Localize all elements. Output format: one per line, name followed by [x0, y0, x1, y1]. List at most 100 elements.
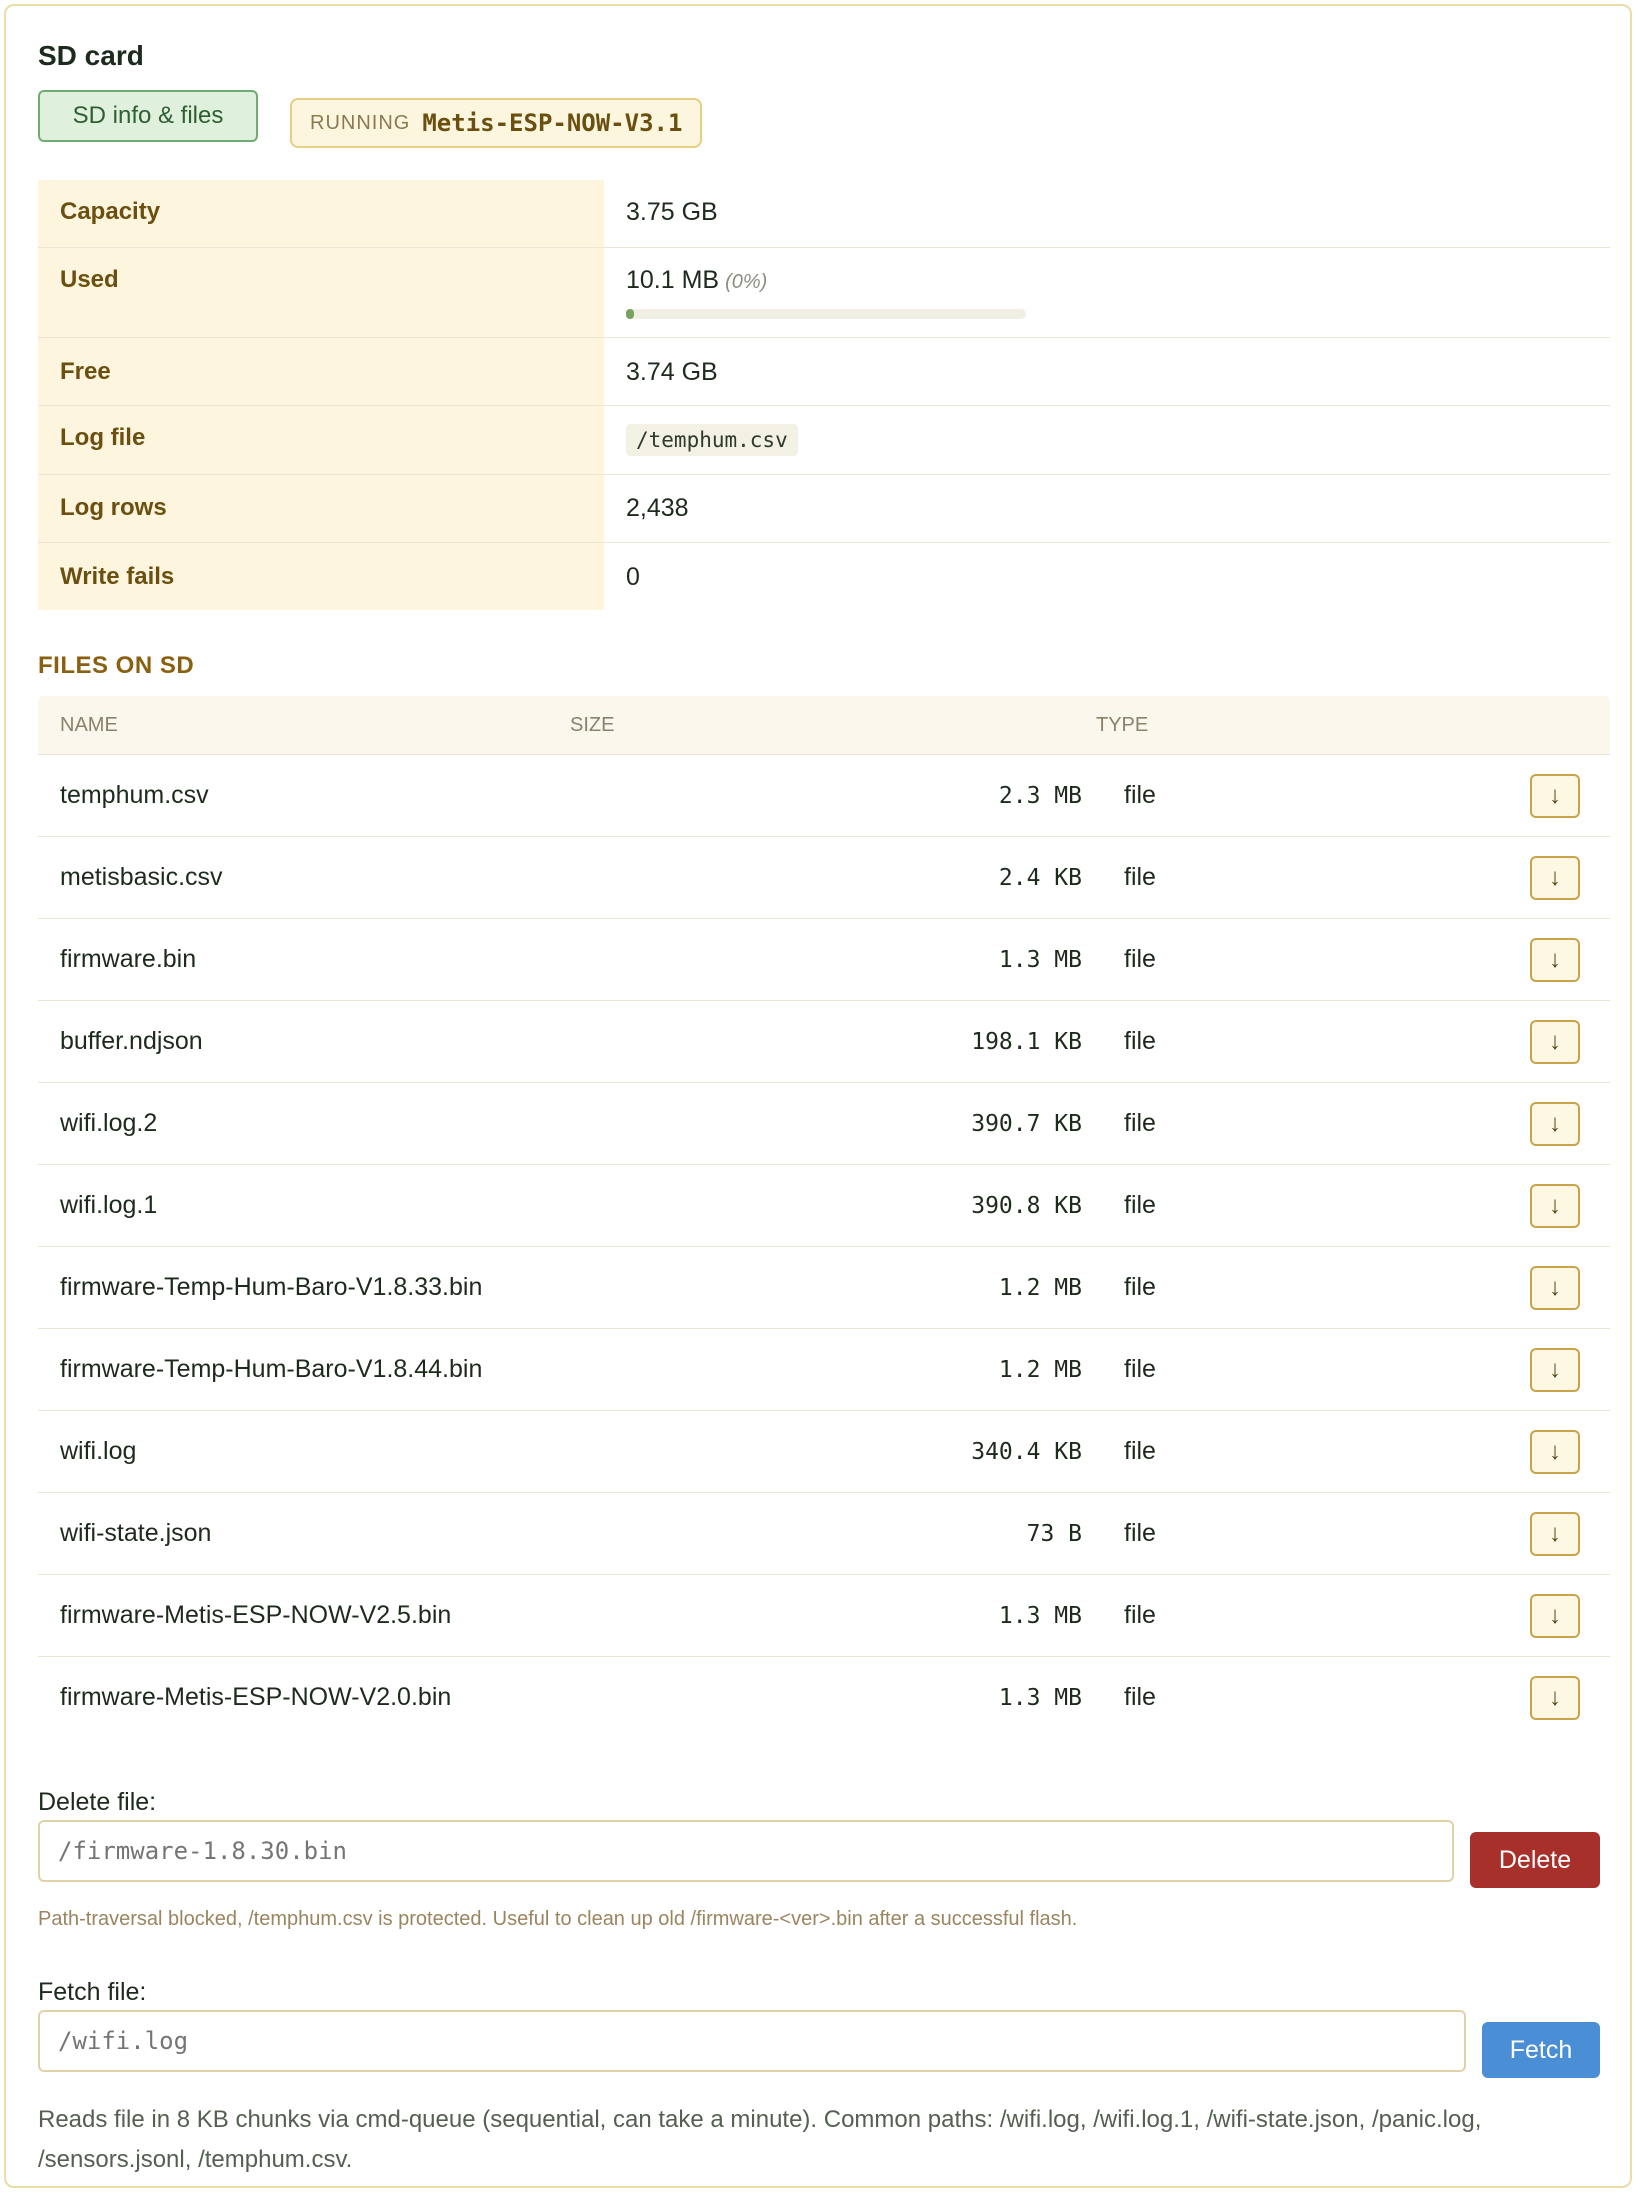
- file-size: 390.7 KB: [971, 1110, 1082, 1137]
- column-header-size: SIZE: [570, 713, 615, 736]
- free-label: Free: [38, 338, 604, 405]
- file-size: 340.4 KB: [971, 1438, 1082, 1465]
- file-name: wifi.log.1: [60, 1191, 158, 1219]
- write-fails-label: Write fails: [38, 543, 604, 610]
- file-row: wifi-state.json 73 B file ↓: [38, 1493, 1610, 1575]
- file-row: firmware-Temp-Hum-Baro-V1.8.44.bin 1.2 MB…: [38, 1329, 1610, 1411]
- delete-help-text: Path-traversal blocked, /temphum.csv is …: [38, 1908, 1078, 1930]
- download-icon[interactable]: ↓: [1530, 1511, 1580, 1556]
- download-icon[interactable]: ↓: [1530, 773, 1580, 818]
- file-name: firmware-Temp-Hum-Baro-V1.8.33.bin: [60, 1273, 483, 1301]
- file-row: firmware-Metis-ESP-NOW-V2.0.bin 1.3 MB fil…: [38, 1657, 1610, 1738]
- running-firmware-badge: RUNNING Metis-ESP-NOW-V3.1: [290, 98, 703, 148]
- panel-title: SD card: [38, 40, 144, 71]
- delete-file-input[interactable]: [38, 1820, 1454, 1882]
- file-type: file: [1124, 781, 1156, 809]
- info-row-log-file: Log file /temphum.csv: [38, 406, 1610, 475]
- file-name: firmware-Metis-ESP-NOW-V2.0.bin: [60, 1683, 452, 1711]
- file-size: 2.3 MB: [998, 782, 1082, 809]
- used-value: 10.1 MB: [626, 266, 720, 294]
- file-row: temphum.csv 2.3 MB file ↓: [38, 755, 1610, 837]
- file-type: file: [1124, 1273, 1156, 1301]
- sd-card-panel: SD card SD info & files RUNNING Metis-ES…: [4, 4, 1632, 2188]
- file-name: buffer.ndjson: [60, 1027, 203, 1055]
- file-type: file: [1124, 1109, 1156, 1137]
- fetch-button[interactable]: Fetch: [1482, 2022, 1600, 2078]
- file-name: wifi-state.json: [60, 1519, 212, 1547]
- fetch-help-text: Reads file in 8 KB chunks via cmd-queue …: [38, 2106, 1482, 2173]
- file-row: firmware.bin 1.3 MB file ↓: [38, 919, 1610, 1001]
- file-type: file: [1124, 1683, 1156, 1711]
- file-row: firmware-Metis-ESP-NOW-V2.5.bin 1.3 MB fil…: [38, 1575, 1610, 1657]
- fetch-file-label: Fetch file:: [38, 1978, 147, 2006]
- info-row-log-rows: Log rows 2,438: [38, 475, 1610, 543]
- free-value: 3.74 GB: [626, 358, 718, 386]
- file-size: 390.8 KB: [971, 1192, 1082, 1219]
- log-file-label: Log file: [38, 406, 604, 474]
- log-file-value: /temphum.csv: [626, 424, 798, 456]
- log-rows-label: Log rows: [38, 475, 604, 542]
- file-type: file: [1124, 945, 1156, 973]
- info-row-free: Free 3.74 GB: [38, 338, 1610, 406]
- download-icon[interactable]: ↓: [1530, 1101, 1580, 1146]
- download-icon[interactable]: ↓: [1530, 937, 1580, 982]
- file-name: wifi.log.2: [60, 1109, 158, 1137]
- file-type: file: [1124, 1519, 1156, 1547]
- file-type: file: [1124, 1027, 1156, 1055]
- file-row: metisbasic.csv 2.4 KB file ↓: [38, 837, 1610, 919]
- used-progress-bar: [626, 309, 1026, 319]
- download-icon[interactable]: ↓: [1530, 1019, 1580, 1064]
- info-row-write-fails: Write fails 0: [38, 543, 1610, 610]
- download-icon[interactable]: ↓: [1530, 855, 1580, 900]
- file-size: 198.1 KB: [971, 1028, 1082, 1055]
- file-name: firmware.bin: [60, 945, 197, 973]
- used-percent: (0%): [725, 271, 768, 293]
- file-name: firmware-Temp-Hum-Baro-V1.8.44.bin: [60, 1355, 483, 1383]
- download-icon[interactable]: ↓: [1530, 1429, 1580, 1474]
- download-icon[interactable]: ↓: [1530, 1183, 1580, 1228]
- capacity-value: 3.75 GB: [626, 198, 718, 226]
- info-row-used: Used 10.1 MB (0%): [38, 248, 1610, 338]
- file-name: temphum.csv: [60, 781, 209, 809]
- file-size: 1.2 MB: [998, 1356, 1082, 1383]
- used-progress-fill: [626, 309, 634, 319]
- info-row-capacity: Capacity 3.75 GB: [38, 180, 1610, 248]
- fetch-file-input[interactable]: [38, 2010, 1466, 2072]
- files-table: NAME SIZE TYPE temphum.csv 2.3 MB file ↓ met…: [38, 696, 1610, 1738]
- column-header-type: TYPE: [1096, 713, 1149, 736]
- sd-info-table: Capacity 3.75 GB Used 10.1 MB (0%) Free 3…: [38, 180, 1610, 610]
- file-name: firmware-Metis-ESP-NOW-V2.5.bin: [60, 1601, 452, 1629]
- capacity-label: Capacity: [38, 180, 604, 247]
- download-icon[interactable]: ↓: [1530, 1675, 1580, 1720]
- file-row: firmware-Temp-Hum-Baro-V1.8.33.bin 1.2 MB…: [38, 1247, 1610, 1329]
- file-row: wifi.log.2 390.7 KB file ↓: [38, 1083, 1610, 1165]
- file-type: file: [1124, 1601, 1156, 1629]
- file-size: 1.3 MB: [998, 946, 1082, 973]
- tab-sd-info-files[interactable]: SD info & files: [38, 90, 258, 142]
- file-type: file: [1124, 1355, 1156, 1383]
- files-section-title: FILES ON SD: [38, 652, 195, 679]
- file-row: buffer.ndjson 198.1 KB file ↓: [38, 1001, 1610, 1083]
- file-type: file: [1124, 1437, 1156, 1465]
- column-header-name: NAME: [60, 713, 118, 736]
- file-size: 73 B: [1026, 1520, 1082, 1547]
- running-label: RUNNING: [310, 111, 411, 134]
- files-table-header: NAME SIZE TYPE: [38, 696, 1610, 755]
- file-size: 1.3 MB: [998, 1602, 1082, 1629]
- download-icon[interactable]: ↓: [1530, 1265, 1580, 1310]
- file-name: metisbasic.csv: [60, 863, 223, 891]
- file-type: file: [1124, 863, 1156, 891]
- file-size: 2.4 KB: [998, 864, 1082, 891]
- running-firmware-name: Metis-ESP-NOW-V3.1: [422, 109, 683, 137]
- write-fails-value: 0: [626, 563, 640, 591]
- delete-button[interactable]: Delete: [1470, 1832, 1600, 1888]
- file-type: file: [1124, 1191, 1156, 1219]
- file-name: wifi.log: [60, 1437, 137, 1465]
- file-size: 1.3 MB: [998, 1684, 1082, 1711]
- used-label: Used: [38, 248, 604, 337]
- file-row: wifi.log 340.4 KB file ↓: [38, 1411, 1610, 1493]
- file-row: wifi.log.1 390.8 KB file ↓: [38, 1165, 1610, 1247]
- log-rows-value: 2,438: [626, 494, 689, 522]
- download-icon[interactable]: ↓: [1530, 1347, 1580, 1392]
- download-icon[interactable]: ↓: [1530, 1593, 1580, 1638]
